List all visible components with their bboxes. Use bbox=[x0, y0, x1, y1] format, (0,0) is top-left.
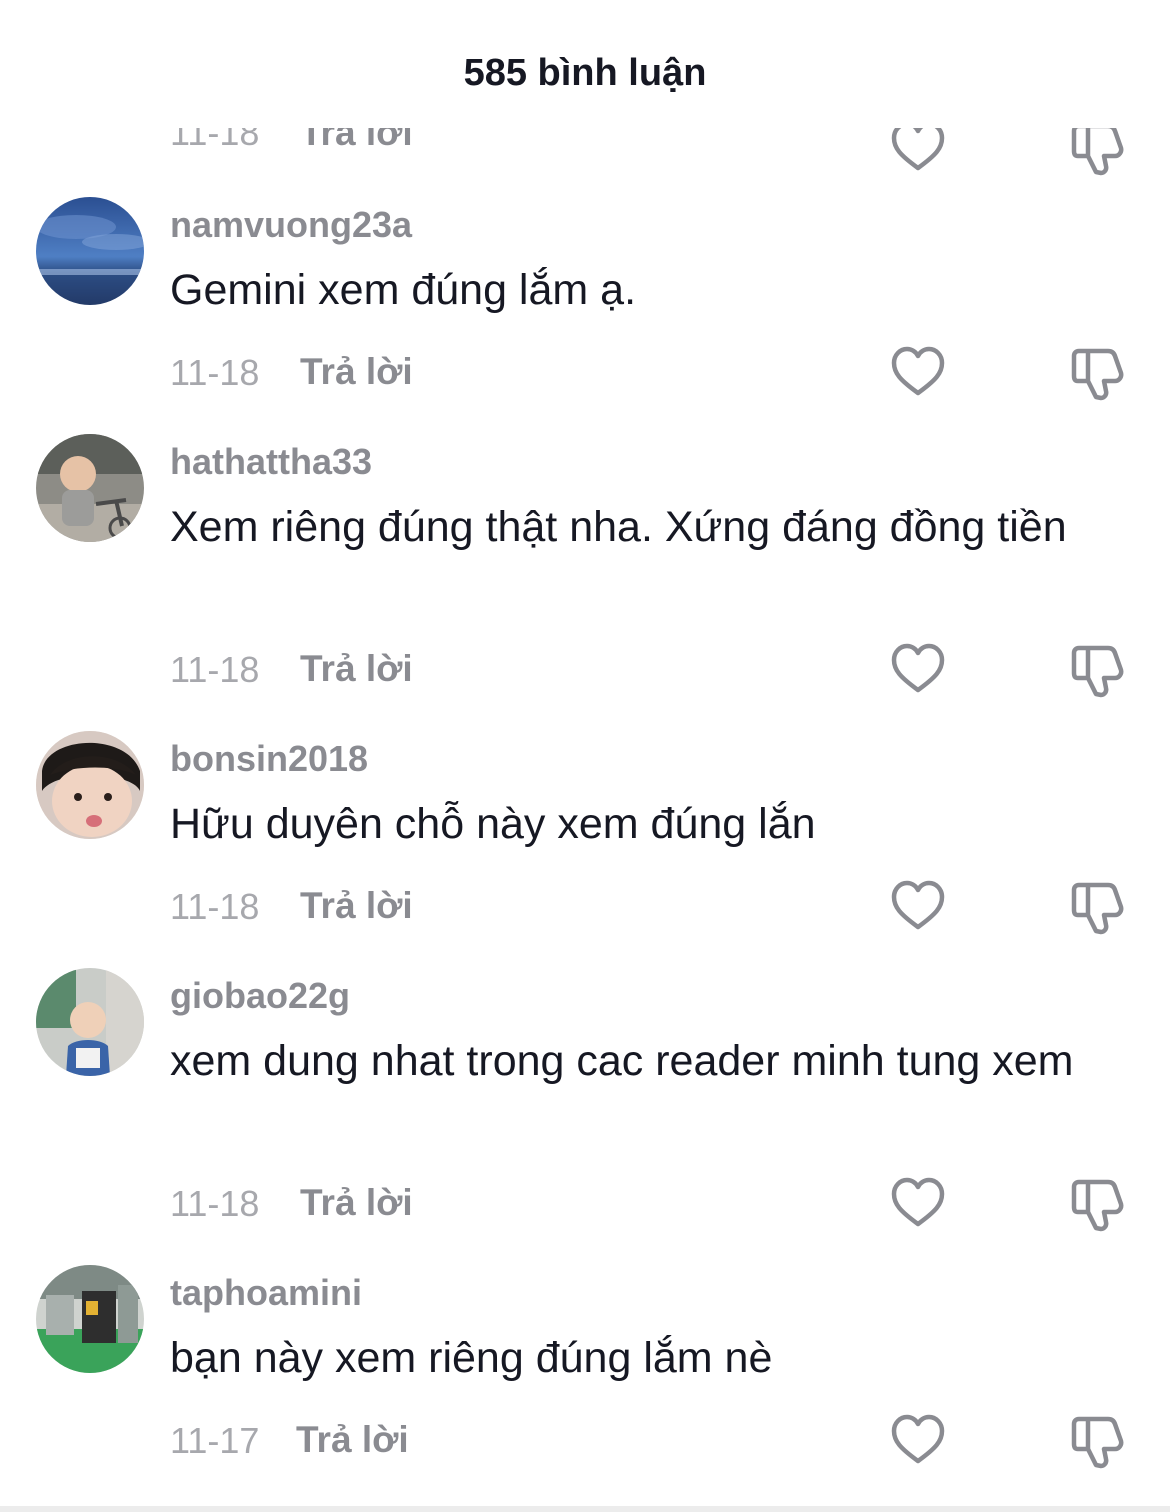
comment-count-title: 585 bình luận bbox=[463, 52, 707, 94]
thumbs-down-icon[interactable] bbox=[1068, 877, 1128, 937]
comment-date: 11-18 bbox=[170, 886, 260, 927]
comment-list[interactable]: 11-18 Trả lời namvuong23a Gemini xem đún… bbox=[0, 0, 1170, 1512]
reply-button[interactable]: Trả lời bbox=[300, 1182, 413, 1224]
reply-button[interactable]: Trả lời bbox=[300, 885, 413, 927]
reply-button[interactable]: Trả lời bbox=[296, 1419, 409, 1461]
avatar-image bbox=[36, 434, 144, 542]
comment-username[interactable]: taphoamini bbox=[170, 1272, 362, 1314]
divider bbox=[0, 1506, 1170, 1512]
comment-text: Gemini xem đúng lắm ạ. bbox=[170, 266, 637, 314]
comments-header: 585 bình luận bbox=[0, 0, 1170, 128]
reply-button[interactable]: Trả lời bbox=[300, 351, 413, 393]
avatar[interactable] bbox=[36, 434, 144, 542]
heart-icon[interactable] bbox=[888, 1411, 948, 1471]
comment-username[interactable]: giobao22g bbox=[170, 975, 350, 1017]
comment-username[interactable]: hathattha33 bbox=[170, 441, 372, 483]
heart-icon[interactable] bbox=[888, 640, 948, 700]
heart-icon[interactable] bbox=[888, 877, 948, 937]
avatar-image bbox=[36, 968, 144, 1076]
avatar[interactable] bbox=[36, 1265, 144, 1373]
avatar[interactable] bbox=[36, 197, 144, 305]
avatar[interactable] bbox=[36, 731, 144, 839]
thumbs-down-icon[interactable] bbox=[1068, 1174, 1128, 1234]
comment-text: Xem riêng đúng thật nha. Xứng đáng đồng … bbox=[170, 503, 1067, 551]
comment-date: 11-17 bbox=[170, 1420, 260, 1461]
comment-date: 11-18 bbox=[170, 1183, 260, 1224]
avatar[interactable] bbox=[36, 968, 144, 1076]
comment-text: xem dung nhat trong cac reader minh tung… bbox=[170, 1037, 1074, 1085]
comment-username[interactable]: namvuong23a bbox=[170, 204, 412, 246]
heart-icon[interactable] bbox=[888, 343, 948, 403]
heart-icon[interactable] bbox=[888, 1174, 948, 1234]
thumbs-down-icon[interactable] bbox=[1068, 343, 1128, 403]
comment-date: 11-18 bbox=[170, 649, 260, 690]
comment-date: 11-18 bbox=[170, 352, 260, 393]
reply-button[interactable]: Trả lời bbox=[300, 648, 413, 690]
comment-username[interactable]: bonsin2018 bbox=[170, 738, 368, 780]
avatar-image bbox=[36, 197, 144, 305]
thumbs-down-icon[interactable] bbox=[1068, 1411, 1128, 1471]
comment-text: Hữu duyên chỗ này xem đúng lắn bbox=[170, 800, 816, 848]
avatar-image bbox=[36, 731, 144, 839]
avatar-image bbox=[36, 1265, 144, 1373]
thumbs-down-icon[interactable] bbox=[1068, 640, 1128, 700]
comment-text: bạn này xem riêng đúng lắm nè bbox=[170, 1334, 773, 1382]
